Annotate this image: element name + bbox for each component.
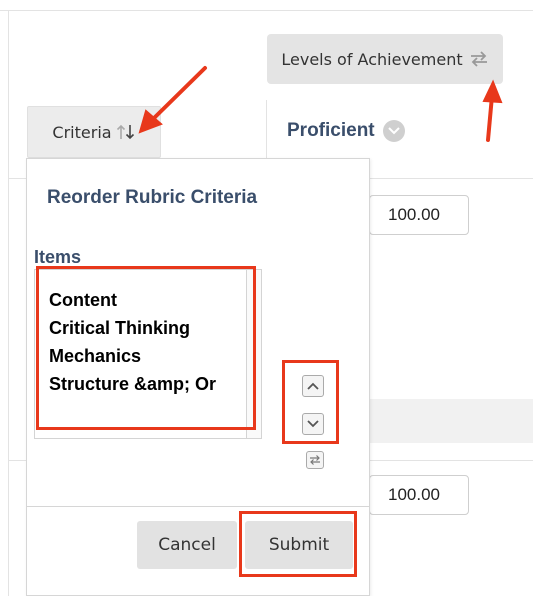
listbox-scrollbar[interactable] [246,270,261,438]
items-list: Content Critical Thinking Mechanics Stru… [49,286,216,398]
chevron-down-icon[interactable] [382,120,405,142]
chevron-down-icon [307,420,319,428]
submit-button[interactable]: Submit [245,521,353,569]
popup-footer-divider [27,506,369,507]
score-input[interactable]: 100.00 [369,475,469,515]
score-input[interactable]: 100.00 [369,195,469,235]
move-down-button[interactable] [302,413,324,435]
list-item[interactable]: Mechanics [49,342,216,370]
levels-of-achievement-button[interactable]: Levels of Achievement [267,34,503,84]
arrow-icon [482,79,503,142]
cancel-button[interactable]: Cancel [137,521,237,569]
list-item[interactable]: Structure &amp; Or [49,370,216,398]
proficient-label: Proficient [287,120,375,141]
list-item[interactable]: Critical Thinking [49,314,216,342]
criteria-label: Criteria [52,122,112,142]
score-value: 100.00 [388,485,440,504]
score-value: 100.00 [388,205,440,224]
criteria-reorder-button[interactable]: Criteria [27,106,161,158]
list-item[interactable]: Content [49,286,216,314]
popup-title: Reorder Rubric Criteria [47,187,258,208]
swap-icon [470,51,487,67]
chevron-up-icon [307,382,319,390]
column-header-proficient: Proficient [287,120,405,142]
reorder-criteria-popup: Reorder Rubric Criteria Items Content Cr… [26,158,370,596]
table-border-top [0,10,533,11]
sort-icon [116,124,134,140]
levels-label: Levels of Achievement [281,49,463,69]
swap-icon [310,455,320,465]
items-label: Items [34,247,82,267]
move-up-button[interactable] [302,375,324,397]
table-border-left [8,10,9,596]
swap-items-button[interactable] [306,451,324,469]
items-listbox[interactable]: Content Critical Thinking Mechanics Stru… [34,269,262,439]
